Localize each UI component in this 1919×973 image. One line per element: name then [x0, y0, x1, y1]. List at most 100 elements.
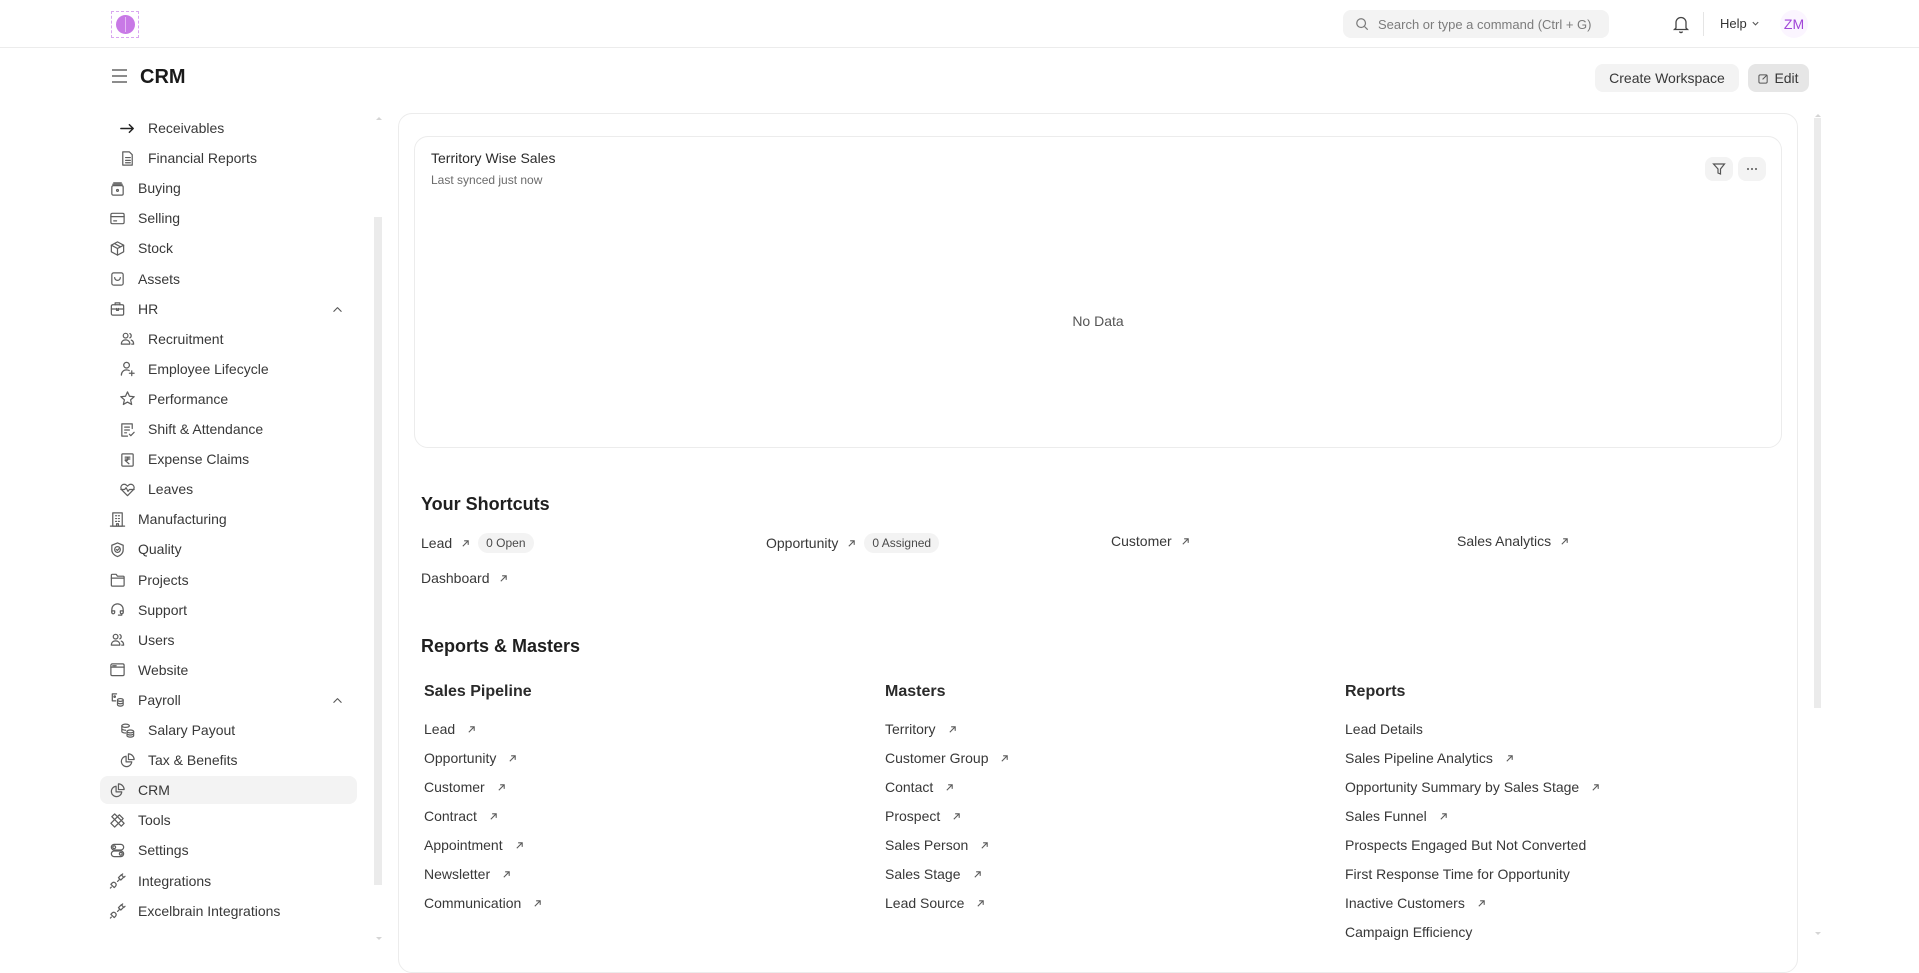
link-inactive-customers[interactable]: Inactive Customers — [1345, 895, 1486, 911]
search-input[interactable] — [1378, 16, 1608, 32]
sidebar-item-receivables[interactable]: Receivables — [100, 114, 357, 142]
shortcut-opportunity[interactable]: Opportunity 0 Assigned — [766, 533, 940, 553]
link-lead[interactable]: Lead — [424, 721, 476, 737]
card-title-reports: Reports — [1345, 683, 1406, 700]
sidebar-item-projects[interactable]: Projects — [100, 566, 357, 594]
link-lead-details[interactable]: Lead Details — [1345, 721, 1423, 737]
sidebar-scroll-down-icon[interactable] — [376, 937, 382, 940]
sidebar-item-label: Settings — [138, 842, 189, 859]
sidebar-item-label: Stock — [138, 240, 174, 257]
building-icon — [108, 510, 126, 528]
main-scroll-down-icon[interactable] — [1815, 932, 1821, 935]
link-label: Communication — [424, 895, 522, 911]
card-title-sales-pipeline: Sales Pipeline — [424, 683, 532, 700]
sidebar-item-integrations[interactable]: Integrations — [100, 867, 357, 895]
edit-button[interactable]: Edit — [1748, 64, 1809, 92]
sidebar-item-tax-benefits[interactable]: Tax & Benefits — [100, 746, 357, 774]
sidebar-item-financial-reports[interactable]: Financial Reports — [100, 144, 357, 172]
sidebar-item-support[interactable]: Support — [100, 596, 357, 624]
sidebar-scrollbar-thumb[interactable] — [374, 217, 382, 885]
link-prospect[interactable]: Prospect — [885, 808, 961, 824]
reports-masters-title: Reports & Masters — [421, 636, 581, 656]
sidebar-item-tools[interactable]: Tools — [100, 806, 357, 834]
link-sales-pipeline-analytics[interactable]: Sales Pipeline Analytics — [1345, 750, 1514, 766]
shield-check-icon — [108, 540, 126, 558]
sidebar-scroll-up-icon[interactable] — [376, 117, 382, 120]
external-arrow-icon — [1505, 754, 1514, 763]
external-arrow-icon — [461, 539, 470, 548]
sidebar-item-label: Tax & Benefits — [148, 752, 238, 769]
link-territory[interactable]: Territory — [885, 721, 957, 737]
sidebar-item-employee-lifecycle[interactable]: Employee Lifecycle — [100, 355, 357, 383]
bag-icon — [108, 270, 126, 288]
box-icon — [108, 239, 126, 257]
link-label: Customer — [424, 779, 485, 795]
link-customer-group[interactable]: Customer Group — [885, 750, 1009, 766]
sidebar-item-hr[interactable]: HR — [100, 295, 357, 323]
sidebar-item-settings[interactable]: Settings — [100, 836, 357, 864]
main-scrollbar-thumb[interactable] — [1814, 118, 1821, 708]
sidebar-item-payroll[interactable]: Payroll — [100, 686, 357, 714]
shortcut-sales-analytics[interactable]: Sales Analytics — [1457, 533, 1569, 549]
browser-icon — [108, 661, 126, 679]
sidebar-item-shift-attendance[interactable]: Shift & Attendance — [100, 415, 357, 443]
sidebar-item-users[interactable]: Users — [100, 626, 357, 654]
chart-filter-button[interactable] — [1705, 157, 1733, 181]
sidebar-toggle-icon[interactable] — [112, 69, 127, 83]
shortcut-customer[interactable]: Customer — [1111, 533, 1190, 549]
chart-empty-message: No Data — [1072, 313, 1124, 329]
shopping-bag-icon — [108, 179, 126, 197]
link-first-response-time-for-opportunity[interactable]: First Response Time for Opportunity — [1345, 866, 1570, 882]
link-campaign-efficiency[interactable]: Campaign Efficiency — [1345, 924, 1472, 940]
bell-icon[interactable] — [1672, 14, 1690, 34]
link-newsletter[interactable]: Newsletter — [424, 866, 511, 882]
external-arrow-icon — [1439, 812, 1448, 821]
sidebar-item-label: Users — [138, 631, 175, 648]
link-customer[interactable]: Customer — [424, 779, 506, 795]
main-scroll-up-icon[interactable] — [1815, 114, 1821, 117]
avatar[interactable]: ZM — [1780, 10, 1808, 38]
link-prospects-engaged-but-not-converted[interactable]: Prospects Engaged But Not Converted — [1345, 837, 1586, 853]
sidebar-item-assets[interactable]: Assets — [100, 265, 357, 293]
link-appointment[interactable]: Appointment — [424, 837, 524, 853]
sidebar-item-salary-payout[interactable]: Salary Payout — [100, 716, 357, 744]
shortcut-count-badge: 0 Assigned — [864, 533, 940, 553]
link-sales-stage[interactable]: Sales Stage — [885, 866, 982, 882]
sidebar-item-selling[interactable]: Selling — [100, 204, 357, 232]
sidebar-item-website[interactable]: Website — [100, 656, 357, 684]
sidebar-item-crm[interactable]: CRM — [100, 776, 357, 805]
edit-icon — [1758, 73, 1769, 84]
sidebar-item-quality[interactable]: Quality — [100, 535, 357, 563]
sidebar-item-leaves[interactable]: Leaves — [100, 475, 357, 503]
link-sales-person[interactable]: Sales Person — [885, 837, 989, 853]
link-sales-funnel[interactable]: Sales Funnel — [1345, 808, 1448, 824]
sidebar-item-expense-claims[interactable]: Expense Claims — [100, 445, 357, 473]
sidebar-item-label: HR — [138, 300, 159, 317]
chart-more-button[interactable] — [1738, 157, 1766, 181]
link-opportunity[interactable]: Opportunity — [424, 750, 517, 766]
sidebar-item-recruitment[interactable]: Recruitment — [100, 325, 357, 353]
link-contact[interactable]: Contact — [885, 779, 954, 795]
link-communication[interactable]: Communication — [424, 895, 542, 911]
sidebar-item-excelbrain-integrations[interactable]: Excelbrain Integrations — [100, 897, 357, 925]
filter-icon — [1712, 163, 1726, 175]
create-workspace-button[interactable]: Create Workspace — [1595, 64, 1739, 92]
shortcut-lead[interactable]: Lead 0 Open — [421, 533, 534, 553]
sidebar-item-manufacturing[interactable]: Manufacturing — [100, 505, 357, 533]
chevron-up-icon[interactable] — [332, 304, 343, 315]
pie-chart-icon — [118, 751, 136, 769]
shortcuts-title: Your Shortcuts — [421, 494, 550, 514]
brain-logo-icon[interactable] — [111, 11, 139, 38]
search-bar[interactable] — [1343, 10, 1609, 38]
help-dropdown[interactable]: Help — [1720, 16, 1760, 31]
link-contract[interactable]: Contract — [424, 808, 498, 824]
sidebar-item-label: Recruitment — [148, 330, 224, 347]
shortcut-dashboard[interactable]: Dashboard — [421, 570, 508, 586]
sidebar-item-performance[interactable]: Performance — [100, 385, 357, 413]
search-icon — [1356, 18, 1369, 31]
chevron-up-icon[interactable] — [332, 695, 343, 706]
link-lead-source[interactable]: Lead Source — [885, 895, 985, 911]
sidebar-item-stock[interactable]: Stock — [100, 234, 357, 262]
sidebar-item-buying[interactable]: Buying — [100, 174, 357, 202]
link-opportunity-summary-by-sales-stage[interactable]: Opportunity Summary by Sales Stage — [1345, 779, 1600, 795]
